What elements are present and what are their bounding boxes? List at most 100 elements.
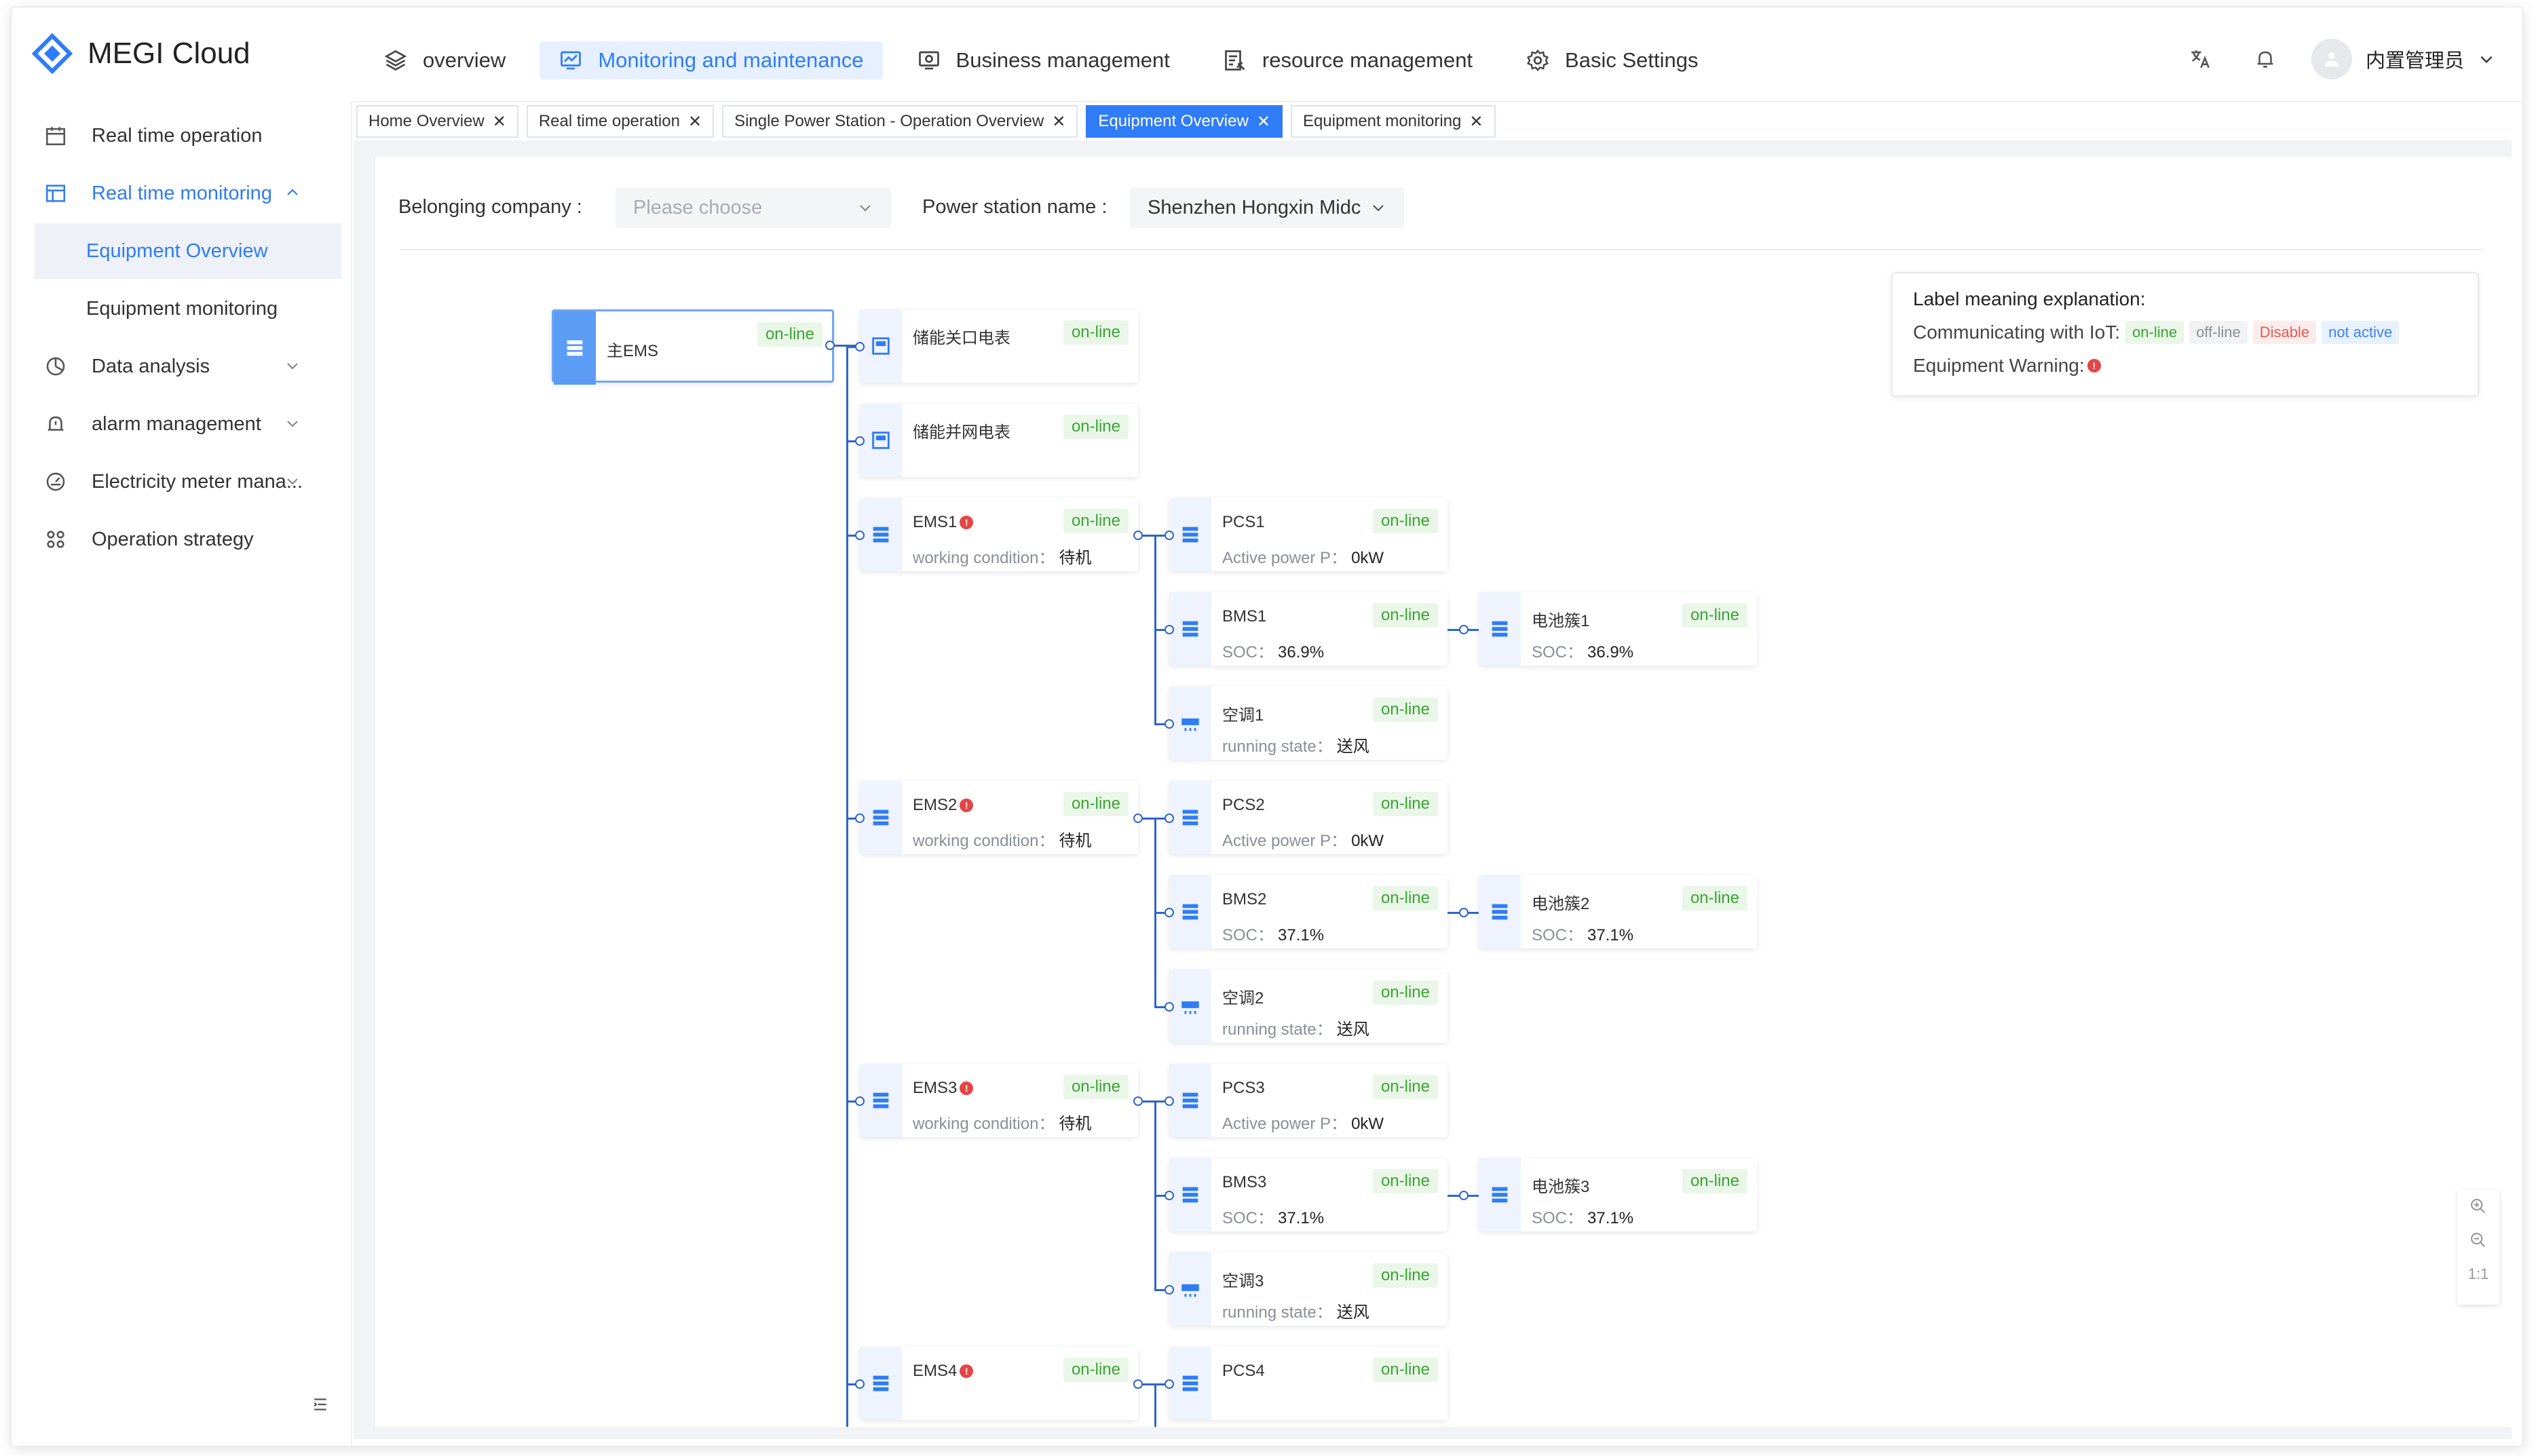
nav-resource[interactable]: resource management [1204,41,1492,79]
node-pcs[interactable]: PCS3 on-line Active power P： 0kW [1169,1064,1447,1137]
logo[interactable]: MEGI Cloud [32,33,250,74]
node-battery-cluster[interactable]: 电池簇2 on-line SOC： 37.1% [1479,875,1757,949]
node-detail: SOC： 36.9% [1532,638,1633,662]
tree-connector-dot [855,342,865,351]
status-badge: on-line [1372,886,1438,911]
sidebar-item-real-time-operation[interactable]: Real time operation [35,108,341,164]
user-name[interactable]: 内置管理员 [2366,45,2464,73]
nav-business[interactable]: Business management [898,41,1189,79]
tab-home-overview[interactable]: Home Overview ✕ [356,105,518,138]
nav-overview[interactable]: overview [364,41,525,79]
tree-connector-dot [1165,625,1174,634]
detail-value: 0kW [1351,1115,1384,1133]
zoom-in-icon [2471,1199,2486,1214]
nav-settings[interactable]: Basic Settings [1507,41,1717,79]
status-badge: on-line [1372,697,1438,722]
strategy-icon [47,531,64,548]
node-battery-cluster[interactable]: 电池簇1 on-line SOC： 36.9% [1479,592,1757,666]
node-pcs[interactable]: PCS4 on-line [1169,1347,1447,1420]
detail-label: running state： [1222,1303,1333,1322]
detail-value: 0kW [1351,549,1384,567]
node-ems[interactable]: EMS2! on-line working condition： 待机 [860,781,1138,854]
detail-label: Active power P： [1222,549,1348,567]
tab-label: Single Power Station - Operation Overvie… [734,112,1044,130]
status-badge: on-line [1063,1075,1129,1099]
sidebar-item-electricity-meter[interactable]: Electricity meter mana... [35,454,341,510]
node-meter[interactable]: 储能关口电表 on-line [860,309,1138,383]
node-detail: SOC： 37.1% [1532,1204,1633,1228]
meter-icon [860,309,902,383]
detail-value: 送风 [1336,1020,1369,1039]
node-air-conditioner[interactable]: 空调3 on-line running state： 送风 [1169,1252,1447,1326]
node-pcs[interactable]: PCS2 on-line Active power P： 0kW [1169,781,1447,854]
sidebar-item-equipment-overview[interactable]: Equipment Overview [35,223,341,279]
node-name: PCS1 [1222,513,1265,531]
monitor-icon [45,185,66,202]
sidebar-item-equipment-monitoring[interactable]: Equipment monitoring [35,281,341,337]
sidebar-item-real-time-monitoring[interactable]: Real time monitoring [35,166,341,221]
chevron-down-icon[interactable] [2478,50,2495,68]
tree-connector-dot [1459,625,1469,634]
tree-connector-dot [1165,813,1174,823]
server-icon [1169,1064,1211,1137]
server-icon [1169,781,1211,854]
tab-equipment-overview[interactable]: Equipment Overview ✕ [1086,105,1283,138]
zoom-in-button[interactable] [2457,1189,2499,1223]
status-badge: on-line [1372,603,1438,628]
nav-monitoring[interactable]: Monitoring and maintenance [540,41,883,79]
sidebar-item-alarm-management[interactable]: alarm management [35,396,341,452]
zoom-out-button[interactable] [2457,1223,2499,1257]
node-name: 电池簇1 [1532,612,1590,630]
detail-label: working condition： [913,1115,1055,1133]
node-detail: running state： 送风 [1222,1299,1369,1322]
server-icon [1169,1158,1211,1231]
close-icon[interactable]: ✕ [1257,112,1270,132]
node-name: 电池簇2 [1532,895,1590,913]
close-icon[interactable]: ✕ [688,112,702,132]
close-icon[interactable]: ✕ [493,112,506,132]
zoom-reset-button[interactable]: 1:1 [2457,1257,2499,1291]
sidebar-item-operation-strategy[interactable]: Operation strategy [35,512,341,567]
node-air-conditioner[interactable]: 空调1 on-line running state： 送风 [1169,687,1447,760]
node-ems[interactable]: EMS3! on-line working condition： 待机 [860,1064,1138,1137]
chevron-down-icon [287,421,298,427]
tree-connector-dot [855,1379,865,1389]
node-ems[interactable]: EMS4! on-line [860,1347,1138,1420]
status-badge: on-line [1682,1169,1747,1193]
tab-real-time-operation[interactable]: Real time operation ✕ [526,105,715,138]
detail-label: SOC： [1222,1209,1274,1227]
close-icon[interactable]: ✕ [1052,112,1065,132]
tree-connector-dot [855,1096,865,1106]
node-pcs[interactable]: PCS1 on-line Active power P： 0kW [1169,498,1447,571]
node-ems[interactable]: EMS1! on-line working condition： 待机 [860,498,1138,571]
tab-single-power-station[interactable]: Single Power Station - Operation Overvie… [722,105,1078,138]
node-name-text: EMS4 [913,1362,958,1380]
server-icon [1169,1347,1211,1420]
node-bms[interactable]: BMS2 on-line SOC： 37.1% [1169,875,1447,949]
translate-button[interactable] [2181,40,2219,78]
node-detail: SOC： 37.1% [1222,921,1324,945]
avatar[interactable] [2311,39,2352,79]
node-main-ems[interactable]: 主EMS on-line [552,309,834,385]
pie-chart-icon [46,357,65,376]
node-name-text: EMS1 [913,513,958,531]
node-meter[interactable]: 储能并网电表 on-line [860,404,1138,477]
tree-connector-dot [1459,1191,1469,1200]
node-name: 电池簇3 [1532,1178,1590,1196]
close-icon[interactable]: ✕ [1469,112,1483,132]
status-badge: on-line [1063,320,1129,345]
detail-value: 0kW [1351,832,1384,850]
sidebar-item-data-analysis[interactable]: Data analysis [35,339,341,394]
tab-equipment-monitoring[interactable]: Equipment monitoring ✕ [1290,105,1496,138]
detail-value: 送风 [1336,737,1369,756]
node-bms[interactable]: BMS1 on-line SOC： 36.9% [1169,592,1447,666]
alarm-icon [48,416,64,431]
nav-label: Business management [955,48,1170,72]
detail-value: 37.1% [1278,926,1325,944]
notification-button[interactable] [2246,40,2284,78]
node-battery-cluster[interactable]: 电池簇3 on-line SOC： 37.1% [1479,1158,1757,1231]
menu-collapse-icon[interactable] [310,1394,330,1415]
tree-connector-dot [1165,1002,1174,1012]
node-air-conditioner[interactable]: 空调2 on-line running state： 送风 [1169,970,1447,1043]
node-bms[interactable]: BMS3 on-line SOC： 37.1% [1169,1158,1447,1231]
